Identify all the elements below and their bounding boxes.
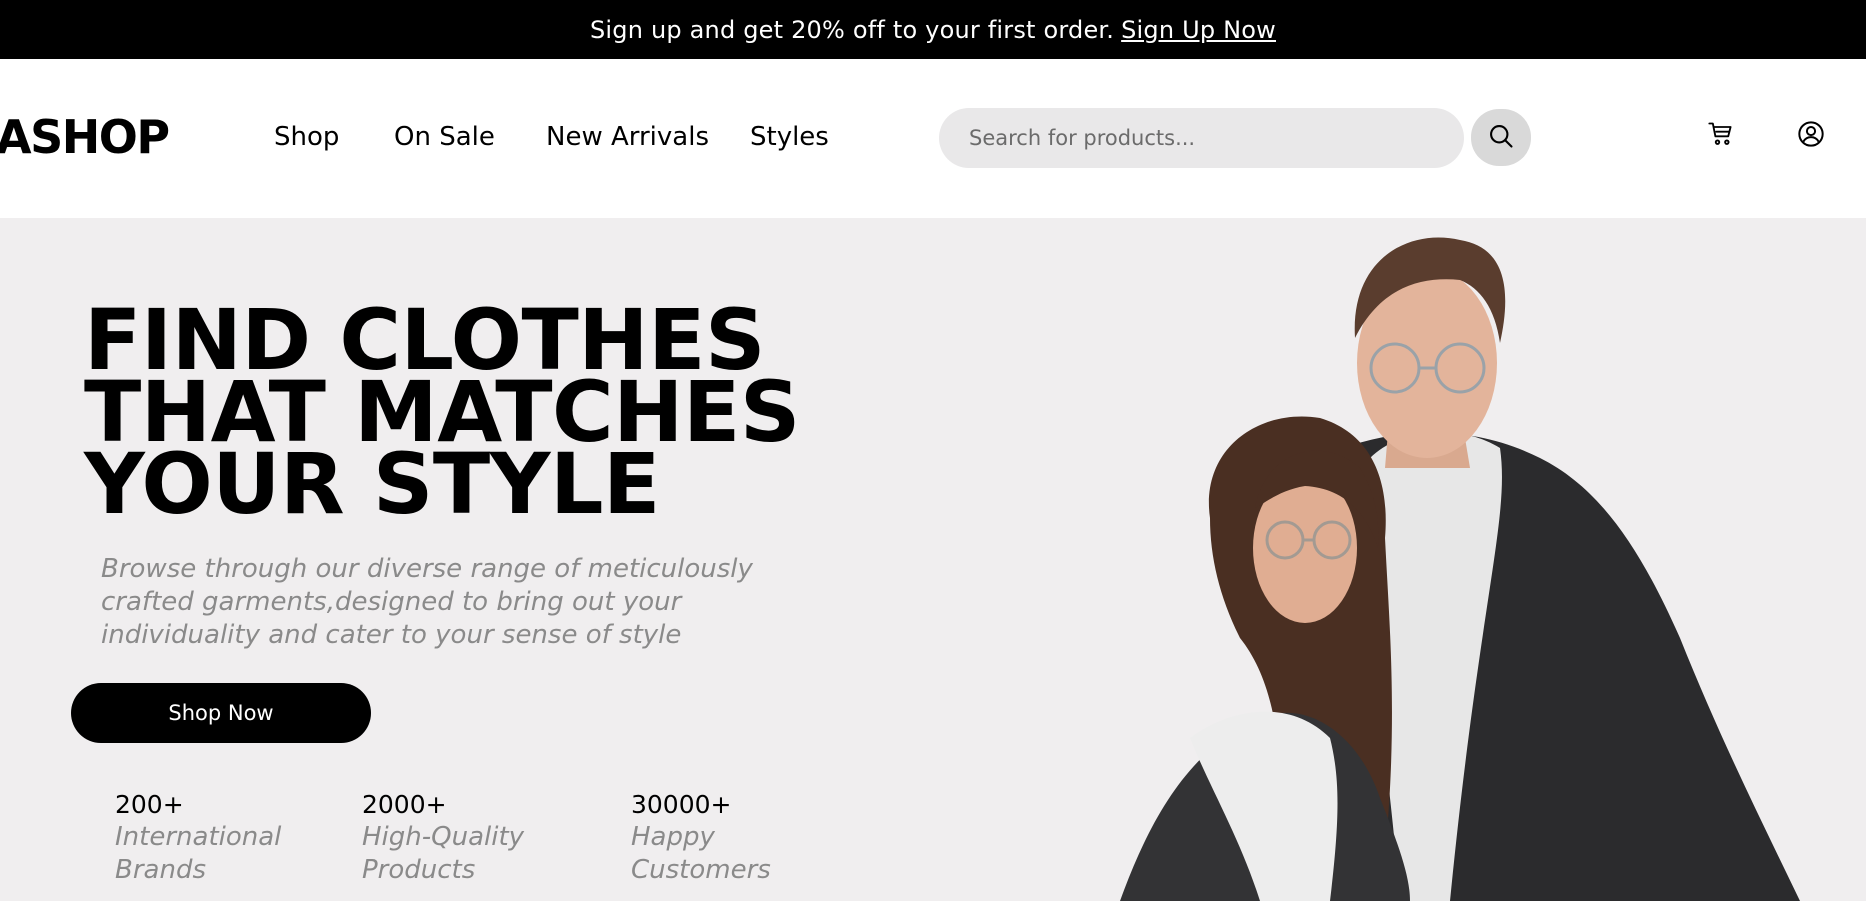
nav-item-shop[interactable]: Shop [274,122,339,152]
promo-text: Sign up and get 20% off to your first or… [590,15,1115,44]
cart-icon[interactable] [1706,119,1736,149]
nav-item-on-sale[interactable]: On Sale [394,122,495,152]
stat-label: International Brands [115,822,282,885]
stat-label: High-Quality Products [362,822,525,885]
hero-description: Browse through our diverse range of meti… [101,554,753,650]
hero-title: FIND CLOTHES THAT MATCHES YOUR STYLE [84,298,800,526]
search-icon [1487,122,1515,154]
stat-brands: 200+ International Brands [115,788,281,887]
stat-value: 2000+ [362,790,447,819]
search-input[interactable] [969,126,1439,150]
stat-value: 200+ [115,790,184,819]
hero-models-image [1120,237,1800,901]
search-button[interactable] [1471,109,1531,166]
promo-bar: Sign up and get 20% off to your first or… [0,0,1866,59]
nav-item-styles[interactable]: Styles [750,122,829,152]
shop-now-button[interactable]: Shop Now [71,683,371,743]
search-box [939,108,1464,168]
logo[interactable]: ASHOP [0,110,170,164]
hero-section: FIND CLOTHES THAT MATCHES YOUR STYLE Bro… [0,218,1866,901]
user-icon[interactable] [1796,119,1826,149]
nav-item-new-arrivals[interactable]: New Arrivals [546,122,709,152]
sign-up-link[interactable]: Sign Up Now [1121,16,1276,44]
stat-products: 2000+ High-Quality Products [362,788,524,887]
stat-value: 30000+ [631,790,732,819]
stat-customers: 30000+ Happy Customers [631,788,771,887]
stat-label: Happy Customers [631,822,771,885]
header: ASHOP Shop On Sale New Arrivals Styles [0,59,1866,218]
